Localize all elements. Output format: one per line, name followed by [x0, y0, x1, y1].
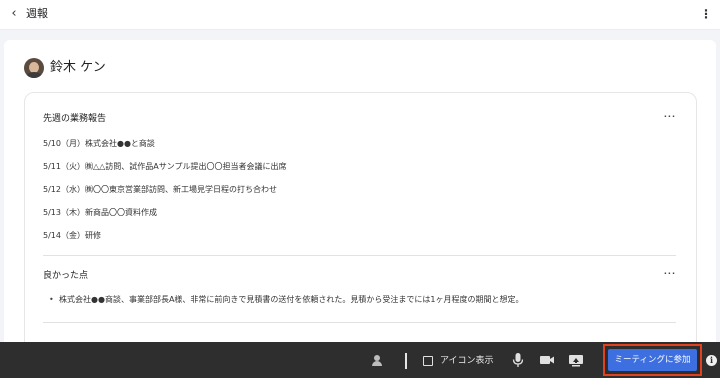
list-item: 5/11（火）㈱△△訪問、試作品Aサンプル提出〇〇担当者会議に出席 [43, 162, 287, 171]
author-name: 鈴木 ケン [50, 60, 106, 75]
chevron-left-icon: ‹ [11, 6, 17, 21]
more-menu-button[interactable]: ⋮ [700, 6, 712, 22]
microphone-icon[interactable] [512, 352, 524, 368]
top-bar: ‹ 週報 ⋮ [0, 0, 720, 30]
video-camera-icon[interactable] [539, 352, 555, 368]
report-content: 先週の業務報告 ··· 5/10（月）株式会社●●と商談 5/11（火）㈱△△訪… [24, 92, 697, 362]
divider [43, 322, 676, 323]
more-vert-icon: ⋮ [700, 7, 712, 21]
icon-display-label: アイコン表示 [440, 356, 494, 366]
avatar [24, 58, 44, 78]
section-title-good-points: 良かった点 [43, 271, 89, 281]
info-icon[interactable]: i [706, 355, 717, 366]
join-meeting-button[interactable]: ミーティングに参加 [608, 349, 697, 371]
divider [43, 255, 676, 256]
screen-share-icon[interactable] [568, 352, 584, 368]
list-item: 5/14（金）研修 [43, 231, 101, 240]
person-icon[interactable] [370, 352, 384, 368]
section-more-button[interactable]: ··· [664, 267, 676, 281]
report-card: 鈴木 ケン 先週の業務報告 ··· 5/10（月）株式会社●●と商談 5/11（… [4, 40, 716, 362]
list-item: 5/12（水）㈱〇〇東京営業部訪問、新工場見学日程の打ち合わせ [43, 185, 277, 194]
checkbox-icon[interactable] [423, 356, 433, 366]
section-more-button[interactable]: ··· [664, 110, 676, 124]
list-item: 株式会社●●商談、事業部部長A様、非常に前向きで見積書の送付を依頼された。見積か… [49, 294, 524, 306]
back-button[interactable]: ‹ [6, 6, 22, 22]
icon-display-toggle[interactable]: アイコン表示 [423, 354, 494, 368]
section-title-last-week: 先週の業務報告 [43, 114, 107, 124]
page-title: 週報 [26, 7, 48, 20]
list-item: 5/13（木）新商品〇〇資料作成 [43, 208, 157, 217]
toolbar-separator [405, 353, 407, 369]
meeting-toolbar: アイコン表示 ミーティングに参加 i [0, 342, 720, 378]
join-button-highlight: ミーティングに参加 [603, 344, 702, 376]
list-item: 5/10（月）株式会社●●と商談 [43, 139, 155, 148]
